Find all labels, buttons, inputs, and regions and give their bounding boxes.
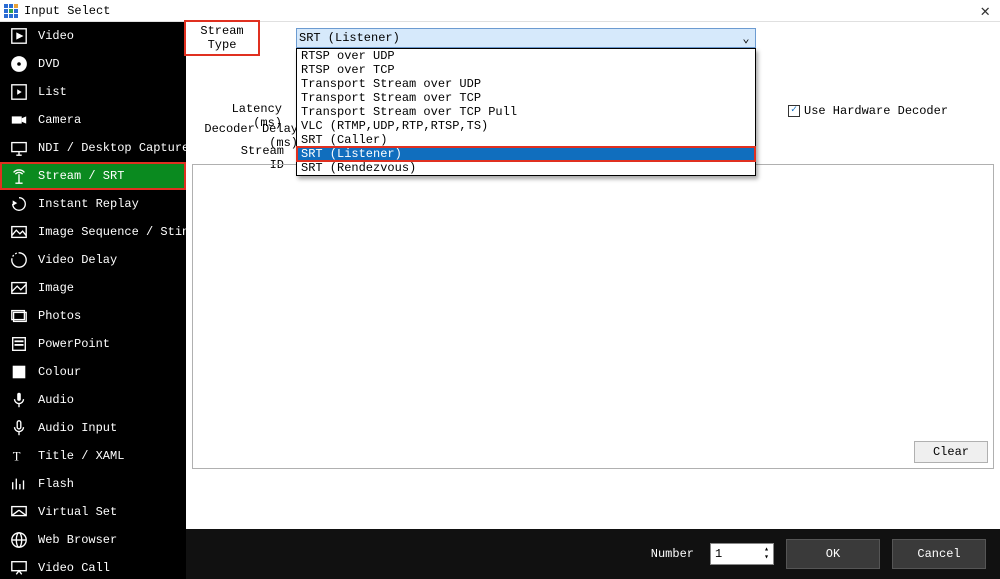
number-spinner[interactable]: 1 ▴▾ xyxy=(710,543,774,565)
number-label: Number xyxy=(651,547,694,561)
stream-type-dropdown[interactable]: RTSP over UDP RTSP over TCP Transport St… xyxy=(296,48,756,176)
main-panel: Stream Type Latency (ms) Decoder Delay (… xyxy=(186,22,1000,579)
sidebar-item-label: DVD xyxy=(38,57,60,71)
sidebar-item-audio[interactable]: Audio xyxy=(0,386,186,414)
hardware-decoder-label: Use Hardware Decoder xyxy=(804,104,948,118)
monitor-icon xyxy=(10,139,28,157)
disc-icon xyxy=(10,55,28,73)
audio-input-icon xyxy=(10,419,28,437)
sidebar-item-label: NDI / Desktop Capture xyxy=(38,141,186,155)
image-icon xyxy=(10,279,28,297)
sidebar-item-label: Audio xyxy=(38,393,74,407)
play-icon xyxy=(10,27,28,45)
sidebar-item-image[interactable]: Image xyxy=(0,274,186,302)
sidebar-item-label: Photos xyxy=(38,309,81,323)
sidebar-item-label: Instant Replay xyxy=(38,197,139,211)
sidebar-item-virtual-set[interactable]: Virtual Set xyxy=(0,498,186,526)
combo-option[interactable]: Transport Stream over TCP Pull xyxy=(297,105,755,119)
sidebar-item-colour[interactable]: Colour xyxy=(0,358,186,386)
sidebar-item-label: Audio Input xyxy=(38,421,117,435)
photos-icon xyxy=(10,307,28,325)
preview-area xyxy=(192,164,994,469)
titlebar: Input Select ✕ xyxy=(0,0,1000,22)
combo-option-selected[interactable]: SRT (Listener) xyxy=(297,147,755,161)
combo-option[interactable]: VLC (RTMP,UDP,RTP,RTSP,TS) xyxy=(297,119,755,133)
clear-button[interactable]: Clear xyxy=(914,441,988,463)
combo-option[interactable]: Transport Stream over TCP xyxy=(297,91,755,105)
sidebar-item-stream-srt[interactable]: Stream / SRT xyxy=(0,162,186,190)
camera-icon xyxy=(10,111,28,129)
sidebar-item-title-xaml[interactable]: T Title / XAML xyxy=(0,442,186,470)
sidebar-item-label: Video Call xyxy=(38,561,110,575)
sidebar-item-label: Virtual Set xyxy=(38,505,117,519)
sidebar-item-video-call[interactable]: Video Call xyxy=(0,554,186,579)
close-icon[interactable]: ✕ xyxy=(974,1,996,21)
sidebar-item-ndi[interactable]: NDI / Desktop Capture xyxy=(0,134,186,162)
sidebar-item-label: Camera xyxy=(38,113,81,127)
app-icon xyxy=(4,4,18,18)
sidebar-item-image-sequence[interactable]: Image Sequence / Stinger xyxy=(0,218,186,246)
videocall-icon xyxy=(10,559,28,577)
hardware-decoder-checkbox[interactable]: ✓ Use Hardware Decoder xyxy=(788,104,948,118)
image-seq-icon xyxy=(10,223,28,241)
ok-button[interactable]: OK xyxy=(786,539,880,569)
replay-icon xyxy=(10,195,28,213)
list-icon xyxy=(10,83,28,101)
sidebar-item-label: Title / XAML xyxy=(38,449,124,463)
stream-type-value: SRT (Listener) xyxy=(299,31,739,45)
combo-option[interactable]: SRT (Caller) xyxy=(297,133,755,147)
sidebar-item-label: Colour xyxy=(38,365,81,379)
spinner-arrows-icon: ▴▾ xyxy=(764,546,769,562)
colour-icon xyxy=(10,363,28,381)
sidebar-item-label: PowerPoint xyxy=(38,337,110,351)
svg-text:T: T xyxy=(13,450,21,464)
sidebar-item-label: Image xyxy=(38,281,74,295)
sidebar-item-label: List xyxy=(38,85,67,99)
stream-type-label: Stream Type xyxy=(186,22,258,54)
title-icon: T xyxy=(10,447,28,465)
sidebar-item-label: Image Sequence / Stinger xyxy=(38,225,186,239)
mic-icon xyxy=(10,391,28,409)
window-title: Input Select xyxy=(24,4,974,18)
number-value: 1 xyxy=(715,547,722,561)
sidebar-item-label: Video Delay xyxy=(38,253,117,267)
sidebar-item-photos[interactable]: Photos xyxy=(0,302,186,330)
combo-option[interactable]: SRT (Rendezvous) xyxy=(297,161,755,175)
sidebar-item-video[interactable]: Video xyxy=(0,22,186,50)
flash-icon xyxy=(10,475,28,493)
sidebar-item-dvd[interactable]: DVD xyxy=(0,50,186,78)
sidebar-item-label: Flash xyxy=(38,477,74,491)
sidebar-item-label: Video xyxy=(38,29,74,43)
virtualset-icon xyxy=(10,503,28,521)
sidebar-item-video-delay[interactable]: Video Delay xyxy=(0,246,186,274)
sidebar-item-label: Web Browser xyxy=(38,533,117,547)
chevron-down-icon: ⌄ xyxy=(739,31,753,46)
sidebar-item-label: Stream / SRT xyxy=(38,169,124,183)
combo-option[interactable]: Transport Stream over UDP xyxy=(297,77,755,91)
sidebar-item-list[interactable]: List xyxy=(0,78,186,106)
delay-icon xyxy=(10,251,28,269)
sidebar-item-audio-input[interactable]: Audio Input xyxy=(0,414,186,442)
sidebar-item-web-browser[interactable]: Web Browser xyxy=(0,526,186,554)
stream-type-combo[interactable]: SRT (Listener) ⌄ xyxy=(296,28,756,48)
combo-option[interactable]: RTSP over UDP xyxy=(297,49,755,63)
sidebar-item-powerpoint[interactable]: PowerPoint xyxy=(0,330,186,358)
sidebar: Video DVD List Camera NDI / Desktop Capt… xyxy=(0,22,186,579)
sidebar-item-flash[interactable]: Flash xyxy=(0,470,186,498)
sidebar-item-instant-replay[interactable]: Instant Replay xyxy=(0,190,186,218)
checkbox-icon: ✓ xyxy=(788,105,800,117)
cancel-button[interactable]: Cancel xyxy=(892,539,986,569)
antenna-icon xyxy=(10,167,28,185)
combo-option[interactable]: RTSP over TCP xyxy=(297,63,755,77)
powerpoint-icon xyxy=(10,335,28,353)
globe-icon xyxy=(10,531,28,549)
footer: Number 1 ▴▾ OK Cancel xyxy=(186,529,1000,579)
sidebar-item-camera[interactable]: Camera xyxy=(0,106,186,134)
